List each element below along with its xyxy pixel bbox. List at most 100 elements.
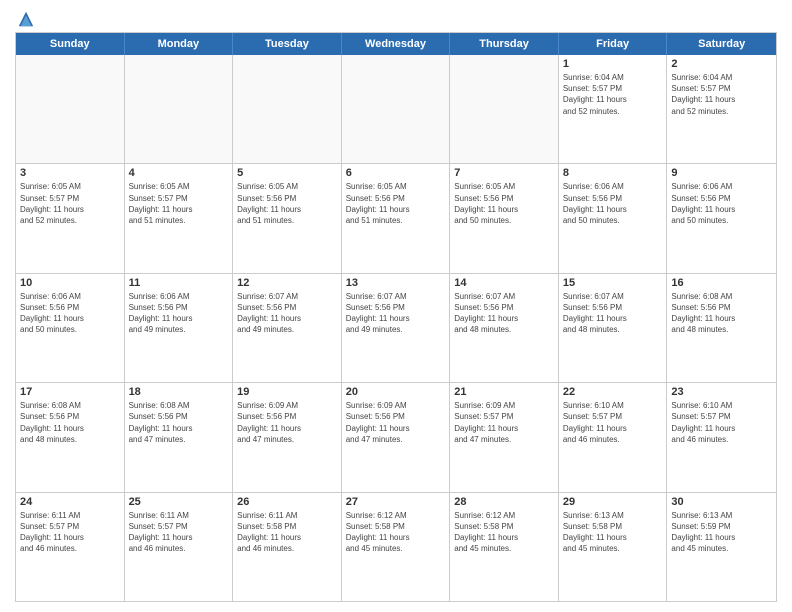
empty-cell [450,55,559,163]
day-number: 19 [237,386,337,398]
day-info: Sunrise: 6:13 AM Sunset: 5:59 PM Dayligh… [671,510,772,555]
calendar-week-2: 10 Sunrise: 6:06 AM Sunset: 5:56 PM Dayli… [16,274,776,383]
day-info: Sunrise: 6:07 AM Sunset: 5:56 PM Dayligh… [454,291,554,336]
day-number: 2 [671,58,772,70]
empty-cell [125,55,234,163]
day-number: 12 [237,277,337,289]
header-cell-sunday: Sunday [16,33,125,55]
day-number: 29 [563,496,663,508]
day-info: Sunrise: 6:05 AM Sunset: 5:56 PM Dayligh… [237,181,337,226]
day-cell-8: 8 Sunrise: 6:06 AM Sunset: 5:56 PM Daylig… [559,164,668,272]
header-cell-saturday: Saturday [667,33,776,55]
day-number: 30 [671,496,772,508]
day-info: Sunrise: 6:12 AM Sunset: 5:58 PM Dayligh… [346,510,446,555]
day-info: Sunrise: 6:04 AM Sunset: 5:57 PM Dayligh… [671,72,772,117]
day-info: Sunrise: 6:13 AM Sunset: 5:58 PM Dayligh… [563,510,663,555]
day-cell-10: 10 Sunrise: 6:06 AM Sunset: 5:56 PM Dayli… [16,274,125,382]
header-cell-tuesday: Tuesday [233,33,342,55]
page: SundayMondayTuesdayWednesdayThursdayFrid… [0,0,792,612]
header-cell-thursday: Thursday [450,33,559,55]
logo [15,10,35,24]
day-cell-9: 9 Sunrise: 6:06 AM Sunset: 5:56 PM Daylig… [667,164,776,272]
day-cell-18: 18 Sunrise: 6:08 AM Sunset: 5:56 PM Dayli… [125,383,234,491]
day-info: Sunrise: 6:07 AM Sunset: 5:56 PM Dayligh… [237,291,337,336]
day-info: Sunrise: 6:08 AM Sunset: 5:56 PM Dayligh… [671,291,772,336]
day-cell-2: 2 Sunrise: 6:04 AM Sunset: 5:57 PM Daylig… [667,55,776,163]
day-info: Sunrise: 6:11 AM Sunset: 5:57 PM Dayligh… [129,510,229,555]
day-number: 15 [563,277,663,289]
day-cell-30: 30 Sunrise: 6:13 AM Sunset: 5:59 PM Dayli… [667,493,776,601]
calendar: SundayMondayTuesdayWednesdayThursdayFrid… [15,32,777,602]
day-number: 23 [671,386,772,398]
day-number: 17 [20,386,120,398]
day-number: 8 [563,167,663,179]
day-cell-5: 5 Sunrise: 6:05 AM Sunset: 5:56 PM Daylig… [233,164,342,272]
day-cell-24: 24 Sunrise: 6:11 AM Sunset: 5:57 PM Dayli… [16,493,125,601]
calendar-week-3: 17 Sunrise: 6:08 AM Sunset: 5:56 PM Dayli… [16,383,776,492]
day-cell-7: 7 Sunrise: 6:05 AM Sunset: 5:56 PM Daylig… [450,164,559,272]
day-info: Sunrise: 6:05 AM Sunset: 5:57 PM Dayligh… [20,181,120,226]
day-number: 5 [237,167,337,179]
day-info: Sunrise: 6:06 AM Sunset: 5:56 PM Dayligh… [671,181,772,226]
day-info: Sunrise: 6:10 AM Sunset: 5:57 PM Dayligh… [563,400,663,445]
empty-cell [16,55,125,163]
day-number: 24 [20,496,120,508]
day-info: Sunrise: 6:05 AM Sunset: 5:56 PM Dayligh… [454,181,554,226]
day-cell-20: 20 Sunrise: 6:09 AM Sunset: 5:56 PM Dayli… [342,383,451,491]
day-number: 21 [454,386,554,398]
day-cell-12: 12 Sunrise: 6:07 AM Sunset: 5:56 PM Dayli… [233,274,342,382]
day-number: 20 [346,386,446,398]
day-cell-26: 26Sunrise: 6:11 AM Sunset: 5:58 PM Dayli… [233,493,342,601]
header [15,10,777,24]
day-number: 7 [454,167,554,179]
day-cell-17: 17 Sunrise: 6:08 AM Sunset: 5:56 PM Dayli… [16,383,125,491]
day-cell-3: 3Sunrise: 6:05 AM Sunset: 5:57 PM Daylig… [16,164,125,272]
day-number: 18 [129,386,229,398]
empty-cell [342,55,451,163]
day-info: Sunrise: 6:05 AM Sunset: 5:57 PM Dayligh… [129,181,229,226]
day-number: 16 [671,277,772,289]
day-number: 28 [454,496,554,508]
day-number: 1 [563,58,663,70]
day-number: 11 [129,277,229,289]
day-info: Sunrise: 6:06 AM Sunset: 5:56 PM Dayligh… [20,291,120,336]
day-info: Sunrise: 6:08 AM Sunset: 5:56 PM Dayligh… [20,400,120,445]
empty-cell [233,55,342,163]
day-number: 25 [129,496,229,508]
day-cell-19: 19Sunrise: 6:09 AM Sunset: 5:56 PM Dayli… [233,383,342,491]
day-info: Sunrise: 6:11 AM Sunset: 5:57 PM Dayligh… [20,510,120,555]
day-cell-6: 6Sunrise: 6:05 AM Sunset: 5:56 PM Daylig… [342,164,451,272]
day-cell-13: 13 Sunrise: 6:07 AM Sunset: 5:56 PM Dayli… [342,274,451,382]
day-cell-23: 23 Sunrise: 6:10 AM Sunset: 5:57 PM Dayli… [667,383,776,491]
day-cell-22: 22 Sunrise: 6:10 AM Sunset: 5:57 PM Dayli… [559,383,668,491]
day-info: Sunrise: 6:08 AM Sunset: 5:56 PM Dayligh… [129,400,229,445]
calendar-week-4: 24 Sunrise: 6:11 AM Sunset: 5:57 PM Dayli… [16,493,776,601]
day-info: Sunrise: 6:04 AM Sunset: 5:57 PM Dayligh… [563,72,663,117]
day-number: 9 [671,167,772,179]
day-number: 14 [454,277,554,289]
header-cell-monday: Monday [125,33,234,55]
day-cell-1: 1 Sunrise: 6:04 AM Sunset: 5:57 PM Daylig… [559,55,668,163]
calendar-header: SundayMondayTuesdayWednesdayThursdayFrid… [16,33,776,55]
day-info: Sunrise: 6:10 AM Sunset: 5:57 PM Dayligh… [671,400,772,445]
day-info: Sunrise: 6:06 AM Sunset: 5:56 PM Dayligh… [563,181,663,226]
day-cell-11: 11Sunrise: 6:06 AM Sunset: 5:56 PM Dayli… [125,274,234,382]
day-cell-28: 28 Sunrise: 6:12 AM Sunset: 5:58 PM Dayli… [450,493,559,601]
day-number: 27 [346,496,446,508]
day-cell-4: 4 Sunrise: 6:05 AM Sunset: 5:57 PM Daylig… [125,164,234,272]
day-number: 22 [563,386,663,398]
day-number: 13 [346,277,446,289]
day-info: Sunrise: 6:07 AM Sunset: 5:56 PM Dayligh… [563,291,663,336]
day-info: Sunrise: 6:07 AM Sunset: 5:56 PM Dayligh… [346,291,446,336]
day-number: 10 [20,277,120,289]
day-cell-25: 25 Sunrise: 6:11 AM Sunset: 5:57 PM Dayli… [125,493,234,601]
day-info: Sunrise: 6:12 AM Sunset: 5:58 PM Dayligh… [454,510,554,555]
day-info: Sunrise: 6:09 AM Sunset: 5:56 PM Dayligh… [346,400,446,445]
header-cell-friday: Friday [559,33,668,55]
day-info: Sunrise: 6:11 AM Sunset: 5:58 PM Dayligh… [237,510,337,555]
calendar-week-1: 3Sunrise: 6:05 AM Sunset: 5:57 PM Daylig… [16,164,776,273]
day-number: 4 [129,167,229,179]
day-cell-29: 29 Sunrise: 6:13 AM Sunset: 5:58 PM Dayli… [559,493,668,601]
day-number: 6 [346,167,446,179]
day-cell-27: 27 Sunrise: 6:12 AM Sunset: 5:58 PM Dayli… [342,493,451,601]
